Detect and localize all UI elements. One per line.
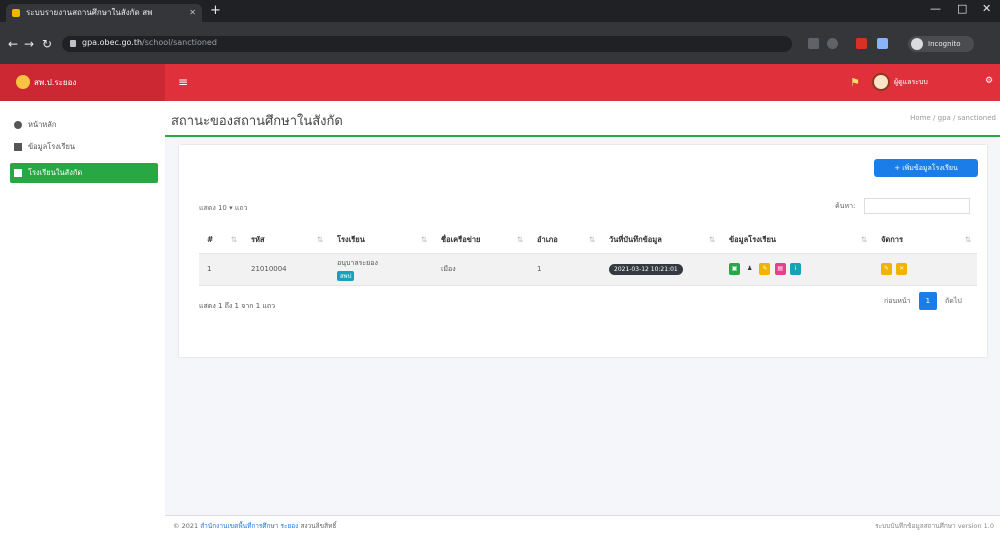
sidebar-item-label: โรงเรียนในสังกัด [28,168,83,177]
file-icon [14,169,22,177]
info-icon[interactable]: i [789,263,801,275]
sort-icon: ⇅ [860,235,867,244]
minimize-icon[interactable]: — [930,2,941,15]
copyright: © 2021 [173,522,199,530]
school-code: 21010004 [243,253,329,286]
search-label: ค้นหา: [835,202,856,210]
column-header[interactable]: รหัส ⇅ [243,227,329,254]
record-date-cell: 2021-03-12 10:21:01 [601,253,721,286]
sidebar: หน้าหลัก ข้อมูลโรงเรียน โรงเรียนในสังกัด [0,101,165,535]
star-icon[interactable] [827,38,838,49]
new-tab-button[interactable]: + [210,3,221,18]
user-menu[interactable]: ผู้ดูแลระบบ [872,73,928,91]
browser-toolbar: ← → ↻ gpa.obec.go.th/school/sanctioned I… [0,22,1000,64]
view-icon[interactable]: ▣ [729,263,740,275]
edit-button-icon[interactable]: ✎ [881,263,892,275]
sort-icon: ⇅ [316,235,323,244]
sort-icon: ⇅ [964,235,971,244]
forward-icon[interactable]: → [24,37,34,51]
sidebar-item-home[interactable]: หน้าหลัก [10,115,158,135]
url-text: gpa.obec.go.th/school/sanctioned [82,38,217,47]
brand[interactable]: สพ.ป.ระยอง [0,64,165,101]
lock-icon [70,40,76,47]
close-window-icon[interactable]: ✕ [982,2,991,15]
chart-icon[interactable]: ▤ [774,263,786,275]
add-school-button[interactable]: + เพิ่มข้อมูลโรงเรียน [874,159,978,177]
show-entries-select[interactable]: แสดง 10 ▾ แถว [199,203,248,214]
search-icon[interactable] [808,38,819,49]
search-input[interactable] [863,198,970,214]
column-header[interactable]: จัดการ ⇅ [873,227,977,254]
reload-icon[interactable]: ↻ [42,37,52,51]
profile-button[interactable]: Incognito [908,36,974,52]
manage-actions: ✎ ✕ [873,253,977,286]
table-info: แสดง 1 ถึง 1 จาก 1 แถว [199,302,276,310]
footer-suffix: สงวนลิขสิทธิ์ [300,522,337,530]
avatar [911,38,923,50]
table-header-row: # ⇅ รหัส ⇅ โรงเรียน ⇅ ชื่อเครือข่าย ⇅ อำเภอ ⇅… [199,227,977,254]
sidebar-item-label: หน้าหลัก [28,120,57,129]
notification-icon[interactable]: ⚑ [850,76,860,89]
sidebar-item-schools[interactable]: โรงเรียนในสังกัด [10,163,158,183]
user-avatar [872,73,890,91]
school-cell: อนุบาลระยอง สพป [329,253,433,286]
pagination: ก่อนหน้า 1 ถัดไป [884,292,962,310]
menu-toggle-icon[interactable]: ≡ [178,75,188,89]
user-name: ผู้ดูแลระบบ [894,78,928,86]
browser-tab-bar: ระบบรายงานสถานศึกษาในสังกัด สพ ✕ + — □ ✕ [0,0,1000,22]
record-date-badge: 2021-03-12 10:21:01 [609,263,683,275]
school-badge: สพป [337,270,355,281]
page-title: สถานะของสถานศึกษาในสังกัด [171,114,343,129]
close-tab-icon[interactable]: ✕ [189,4,196,22]
back-icon[interactable]: ← [8,37,18,51]
edit-icon[interactable]: ✎ [759,263,771,275]
data-card: + เพิ่มข้อมูลโรงเรียน แสดง 10 ▾ แถว ค้นห… [179,145,987,357]
browser-tab[interactable]: ระบบรายงานสถานศึกษาในสังกัด สพ ✕ [6,4,202,22]
school-info-actions: ▣ ♟ ✎ ▤ i [721,253,873,286]
network-name: เมือง [433,253,529,286]
extension-icon[interactable] [856,38,867,49]
brand-label: สพ.ป.ระยอง [34,78,77,87]
column-header[interactable]: ข้อมูลโรงเรียน ⇅ [721,227,873,254]
delete-button-icon[interactable]: ✕ [896,263,908,275]
dashboard-icon [14,121,22,129]
main-content: สถานะของสถานศึกษาในสังกัด Home / gpa / s… [165,101,1000,535]
app-header: สพ.ป.ระยอง ≡ ⚑ ผู้ดูแลระบบ ⚙ [0,64,1000,101]
row-number: 1 [199,253,243,286]
next-page-link[interactable]: ถัดไป [945,297,962,305]
search-box: ค้นหา: [835,198,970,214]
column-header[interactable]: # ⇅ [199,227,243,254]
settings-icon[interactable]: ⚙ [985,76,993,86]
maximize-icon[interactable]: □ [957,2,967,15]
district: 1 [529,253,601,286]
schools-table: # ⇅ รหัส ⇅ โรงเรียน ⇅ ชื่อเครือข่าย ⇅ อำเภอ ⇅… [199,227,977,286]
column-header[interactable]: อำเภอ ⇅ [529,227,601,254]
browser-tab-title: ระบบรายงานสถานศึกษาในสังกัด สพ [26,8,153,17]
address-bar[interactable]: gpa.obec.go.th/school/sanctioned [62,36,792,52]
school-name: อนุบาลระยอง [337,258,378,267]
previous-page-link[interactable]: ก่อนหน้า [884,297,911,305]
table-row: 1 21010004 อนุบาลระยอง สพป เมือง 1 2021-… [199,253,977,286]
sort-icon: ⇅ [708,235,715,244]
extension-icon[interactable] [877,38,888,49]
column-header[interactable]: ชื่อเครือข่าย ⇅ [433,227,529,254]
column-header[interactable]: วันที่บันทึกข้อมูล ⇅ [601,227,721,254]
user-icon[interactable]: ♟ [744,263,755,275]
breadcrumb[interactable]: Home / gpa / sanctioned [910,114,996,122]
content-header: สถานะของสถานศึกษาในสังกัด Home / gpa / s… [165,101,1000,137]
column-header[interactable]: โรงเรียน ⇅ [329,227,433,254]
logo-icon [16,75,30,89]
sidebar-item-school-info[interactable]: ข้อมูลโรงเรียน [10,137,158,157]
sort-icon: ⇅ [588,235,595,244]
sidebar-item-label: ข้อมูลโรงเรียน [28,142,76,151]
page-1-button[interactable]: 1 [918,292,937,310]
sort-icon: ⇅ [420,235,427,244]
footer-version: ระบบบันทึกข้อมูลสถานศึกษา version 1.0 [875,522,994,530]
favicon-icon [12,9,20,17]
sort-icon: ⇅ [230,235,237,244]
footer-link[interactable]: สำนักงานเขตพื้นที่การศึกษา ระยอง [200,522,298,530]
sort-icon: ⇅ [516,235,523,244]
page-footer: © 2021 สำนักงานเขตพื้นที่การศึกษา ระยอง … [165,515,1000,535]
list-icon [14,143,22,151]
